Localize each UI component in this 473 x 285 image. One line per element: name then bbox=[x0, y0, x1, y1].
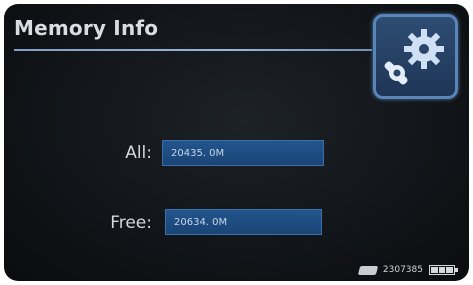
title-divider bbox=[14, 49, 372, 51]
free-label: Free: bbox=[110, 213, 152, 233]
device-screen: Memory Info All: 20435. 0M Free: 20634. … bbox=[4, 4, 469, 281]
settings-button[interactable] bbox=[373, 14, 458, 99]
page-title: Memory Info bbox=[14, 16, 159, 40]
settings-gear-wrench-icon bbox=[384, 28, 444, 84]
status-bar: 2307385 bbox=[357, 263, 458, 277]
free-value-field: 20634. 0M bbox=[165, 209, 322, 235]
status-time: 2307385 bbox=[382, 265, 423, 275]
all-label: All: bbox=[125, 143, 152, 163]
battery-icon bbox=[429, 265, 458, 275]
free-value: 20634. 0M bbox=[174, 216, 228, 228]
all-value-field: 20435. 0M bbox=[162, 140, 324, 166]
memory-card-icon bbox=[357, 265, 379, 275]
all-value: 20435. 0M bbox=[171, 147, 225, 159]
